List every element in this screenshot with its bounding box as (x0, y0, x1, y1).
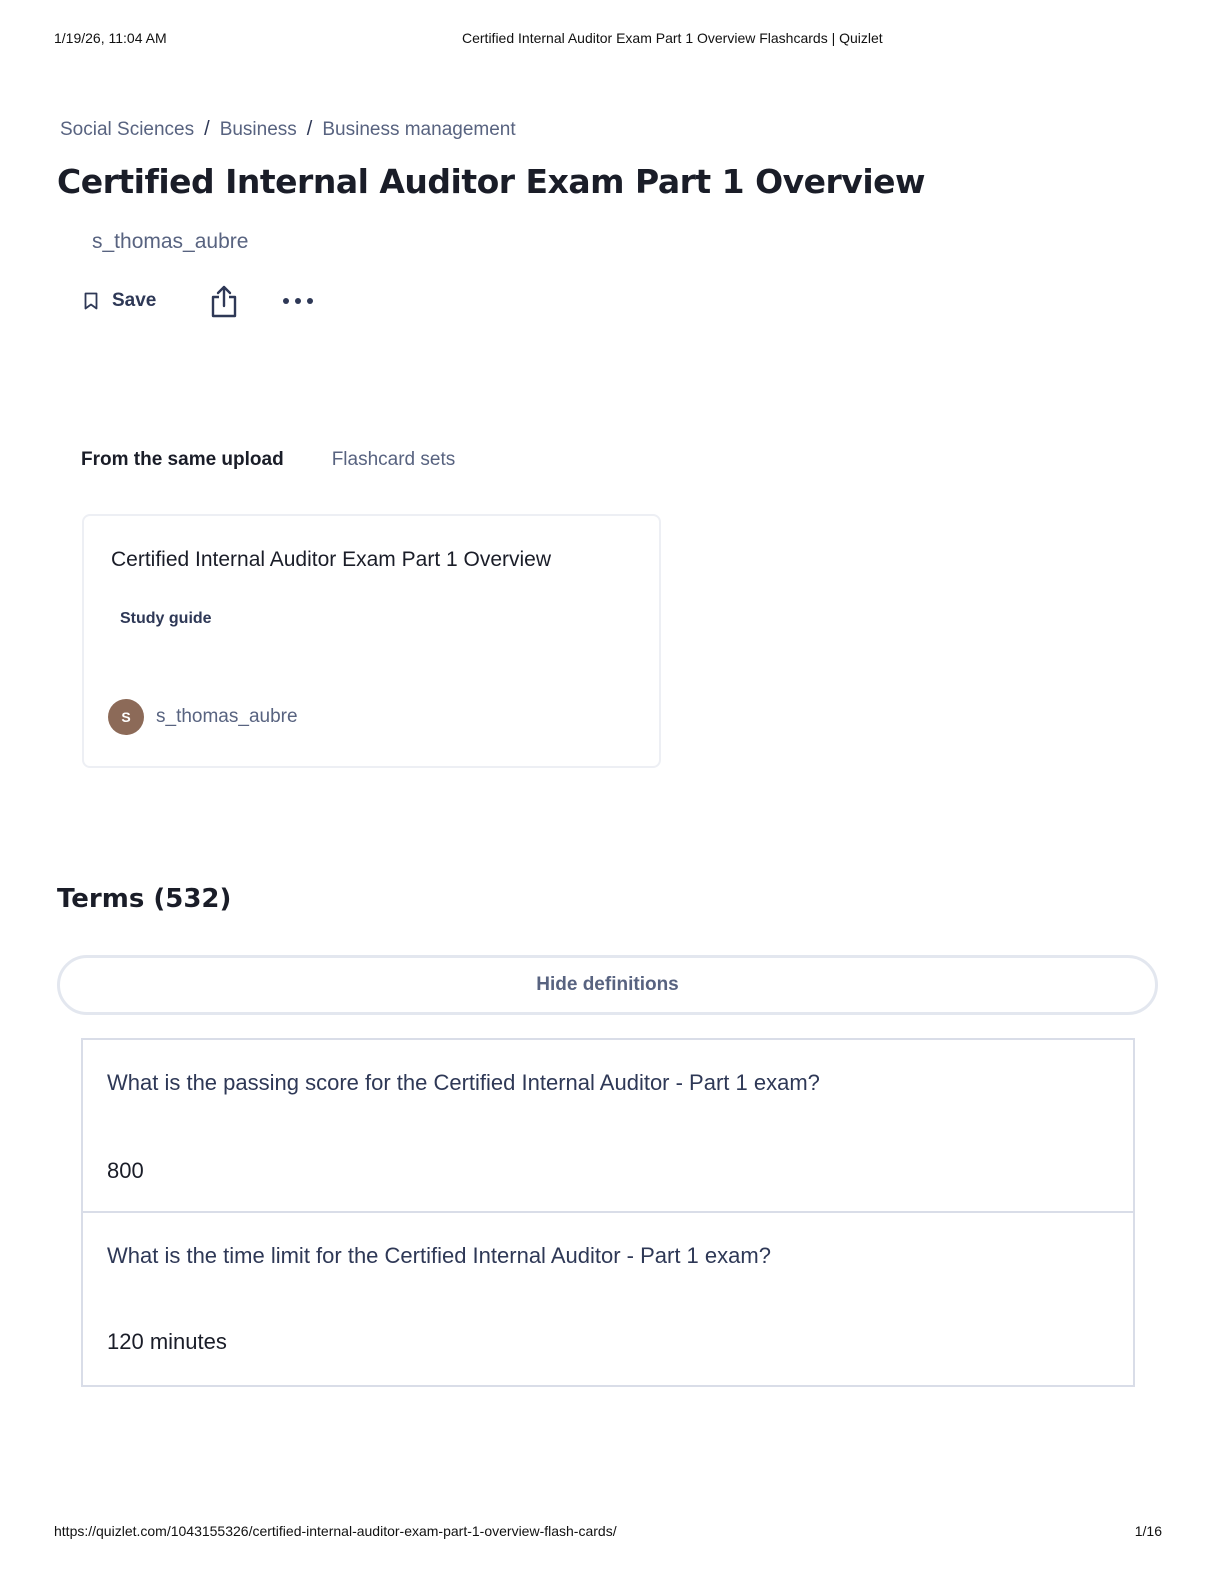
breadcrumb-business-management[interactable]: Business management (322, 119, 515, 141)
term-row: What is the passing score for the Certif… (81, 1038, 1135, 1213)
print-url: https://quizlet.com/1043155326/certified… (54, 1523, 617, 1539)
print-header: 1/19/26, 11:04 AM Certified Internal Aud… (0, 30, 1224, 48)
breadcrumb-separator: / (306, 118, 313, 140)
definition-text: 800 (107, 1158, 144, 1183)
term-list: What is the passing score for the Certif… (81, 1038, 1135, 1387)
study-guide-card[interactable]: Certified Internal Auditor Exam Part 1 O… (82, 514, 661, 768)
breadcrumb-separator: / (204, 118, 210, 140)
tab-from-same-upload[interactable]: From the same upload (81, 449, 284, 471)
bookmark-icon (84, 292, 98, 310)
more-options-icon (283, 298, 314, 304)
upload-tabs: From the same upload Flashcard sets (81, 449, 455, 471)
term-text: What is the time limit for the Certified… (107, 1243, 771, 1268)
term-text: What is the passing score for the Certif… (107, 1070, 820, 1095)
share-icon (212, 285, 237, 318)
card-author: s_thomas_aubre (156, 706, 298, 727)
save-label: Save (112, 290, 157, 311)
term-row: What is the time limit for the Certified… (81, 1213, 1135, 1387)
print-page-number: 1/16 (1134, 1523, 1162, 1539)
hide-definitions-button[interactable]: Hide definitions (57, 955, 1158, 1015)
card-title: Certified Internal Auditor Exam Part 1 O… (111, 548, 552, 571)
action-bar: Save (84, 283, 314, 319)
save-button[interactable]: Save (84, 290, 156, 312)
breadcrumb-social-sciences[interactable]: Social Sciences (60, 119, 194, 141)
share-button[interactable] (210, 284, 238, 318)
definition-text: 120 minutes (107, 1329, 227, 1354)
card-type-label: Study guide (120, 610, 212, 627)
more-options-button[interactable] (282, 297, 314, 305)
tab-flashcard-sets[interactable]: Flashcard sets (332, 449, 456, 471)
print-date: 1/19/26, 11:04 AM (54, 30, 167, 46)
print-footer: https://quizlet.com/1043155326/certified… (0, 1523, 1224, 1541)
breadcrumb: Social Sciences / Business / Business ma… (60, 118, 516, 141)
print-document-title: Certified Internal Auditor Exam Part 1 O… (462, 30, 883, 46)
author-link[interactable]: s_thomas_aubre (92, 230, 248, 254)
page-title: Certified Internal Auditor Exam Part 1 O… (57, 162, 926, 201)
breadcrumb-business[interactable]: Business (220, 119, 297, 141)
avatar: S (108, 699, 144, 735)
terms-heading: Terms (532) (57, 884, 232, 914)
